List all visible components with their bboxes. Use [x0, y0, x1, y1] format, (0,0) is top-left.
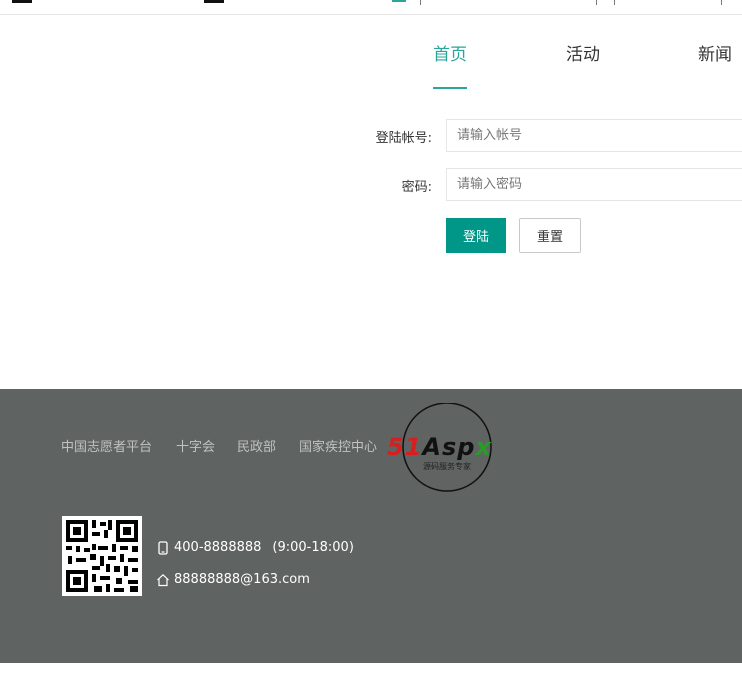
top-bar-mark — [12, 0, 32, 3]
footer: 中国志愿者平台 十字会 民政部 国家疾控中心 400-8888888 (9:00… — [0, 389, 742, 663]
nav-item-activities[interactable]: 活动 — [566, 40, 600, 65]
qr-code — [62, 516, 142, 596]
contact-phone-row: 400-8888888 (9:00-18:00) — [156, 540, 354, 555]
nav-active-indicator — [433, 87, 467, 89]
nav-item-home[interactable]: 首页 — [433, 40, 467, 65]
login-button[interactable]: 登陆 — [446, 218, 506, 253]
password-label: 密码: — [401, 180, 432, 195]
contact-phone: 400-8888888 — [174, 540, 262, 555]
account-input[interactable] — [446, 119, 742, 152]
footer-link-civil-affairs[interactable]: 民政部 — [237, 436, 276, 455]
home-icon — [156, 573, 170, 587]
watermark-brand-text: 51Aspx — [387, 433, 492, 461]
phone-icon — [156, 540, 170, 555]
top-bar-mark — [204, 0, 224, 3]
top-bar-tick — [596, 0, 597, 5]
watermark-logo: 51Aspx 源码服务专家 — [387, 402, 513, 493]
top-bar-tick — [420, 0, 421, 5]
top-bar-tick — [721, 0, 722, 5]
top-bar-mark — [392, 0, 406, 2]
contact-email[interactable]: 88888888@163.com — [174, 572, 310, 587]
footer-link-red-cross[interactable]: 十字会 — [176, 436, 215, 455]
footer-link-volunteer-platform[interactable]: 中国志愿者平台 — [61, 436, 152, 455]
nav-item-news[interactable]: 新闻 — [698, 40, 732, 65]
password-input[interactable] — [446, 168, 742, 201]
qr-code-graphic — [66, 520, 138, 592]
top-bar — [0, 0, 742, 15]
account-label: 登陆帐号: — [375, 131, 432, 146]
top-bar-tick — [614, 0, 615, 5]
contact-hours: (9:00-18:00) — [272, 540, 354, 555]
footer-link-cdc[interactable]: 国家疾控中心 — [299, 436, 377, 455]
watermark-tagline: 源码服务专家 — [423, 461, 471, 471]
contact-email-row: 88888888@163.com — [156, 572, 310, 587]
reset-button[interactable]: 重置 — [519, 218, 581, 253]
